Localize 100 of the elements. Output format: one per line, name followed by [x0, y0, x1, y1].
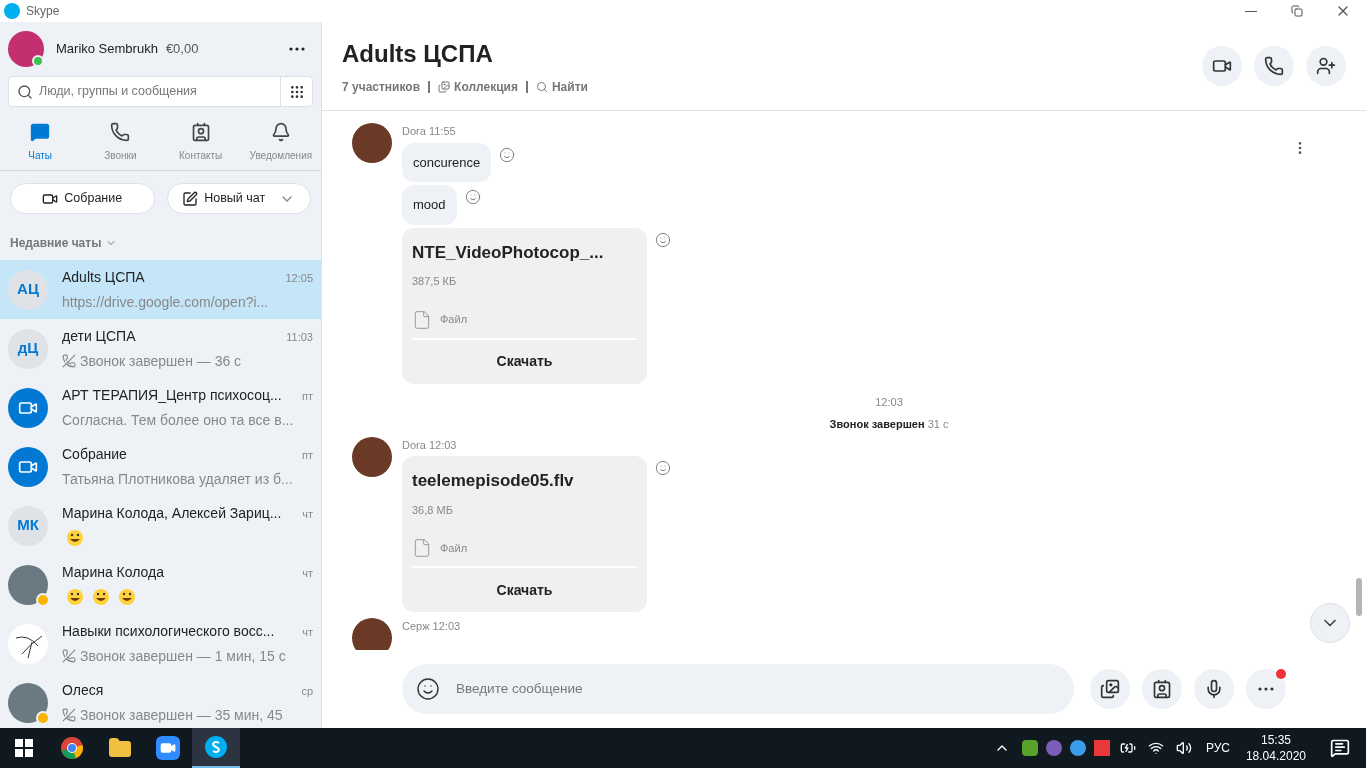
tray-app-icon[interactable]	[1069, 740, 1086, 756]
new-chat-button[interactable]: Новый чат	[166, 183, 311, 214]
wifi-icon[interactable]	[1147, 740, 1164, 756]
meeting-button[interactable]: Собрание	[10, 183, 155, 214]
avatar-initials: МК	[8, 505, 48, 546]
microphone-icon	[1204, 679, 1224, 699]
photo-placeholder	[8, 682, 48, 723]
avatar-initials: АЦ	[8, 269, 48, 310]
sender-time: Серж 12:03	[402, 619, 461, 634]
restore-icon	[1291, 5, 1303, 17]
tray-app-icon[interactable]	[1093, 740, 1110, 756]
call-button[interactable]	[1254, 46, 1294, 86]
chat-list-item[interactable]: АРТ ТЕРАПИЯ_Центр психосоц... пт Согласна. Тем более оно та все в...	[0, 378, 321, 437]
sender-time: Dora 12:03	[402, 437, 457, 453]
volume-icon[interactable]	[1175, 740, 1192, 756]
nav-tab[interactable]: Чаты	[0, 119, 81, 166]
emoji-icon[interactable]	[416, 677, 440, 701]
message-input-field[interactable]: Введите сообщение	[456, 678, 1060, 700]
chat-list-item[interactable]: Марина Колода чт	[0, 555, 321, 614]
chat-time: чт	[302, 566, 313, 581]
find-link[interactable]: Найти	[535, 78, 588, 96]
battery-icon[interactable]	[1119, 740, 1136, 756]
search-icon	[17, 83, 33, 100]
add-person-icon	[1316, 56, 1336, 76]
video-app-icon	[156, 736, 180, 760]
message-field[interactable]: Введите сообщение	[402, 664, 1074, 714]
chat-name: АРТ ТЕРАПИЯ_Центр психосоц...	[62, 386, 282, 405]
laughing-emoji-icon	[118, 588, 136, 606]
file-icon	[412, 309, 432, 330]
more-button[interactable]	[1246, 669, 1286, 709]
reaction-icon[interactable]	[655, 231, 671, 248]
call-ended-icon	[62, 354, 76, 368]
avatar-initials: дЦ	[8, 328, 48, 369]
add-people-button[interactable]	[1306, 46, 1346, 86]
chat-name: Навыки психологического восс...	[62, 622, 275, 641]
compose-icon	[182, 190, 199, 207]
chat-list-item[interactable]: дЦ дети ЦСПА 11:03 Звонок завершен — 36 с	[0, 319, 321, 378]
contact-card-button[interactable]	[1142, 669, 1182, 709]
call-ended-icon	[62, 708, 76, 722]
tray-app-icon[interactable]	[1045, 740, 1062, 756]
recent-chats-toggle[interactable]: Недавние чаты	[10, 234, 118, 252]
contact-card-icon	[1152, 679, 1172, 699]
contacts-icon	[190, 122, 211, 142]
chat-name: Марина Колода, Алексей Зариц...	[62, 504, 282, 523]
chat-preview: Звонок завершен — 35 мин, 45	[80, 705, 283, 725]
profile-name: Mariko Sembrukh	[56, 40, 158, 59]
chat-list-item[interactable]: Навыки психологического восс... чт Звонок завершен — 1 мин, 15 с	[0, 614, 321, 673]
more-icon	[1258, 687, 1274, 691]
event-time: 12:03	[875, 394, 903, 410]
tray-app-icon[interactable]	[1021, 740, 1038, 756]
file-name: NTE_VideoPhotocop_...	[412, 241, 605, 264]
chat-time: 11:03	[286, 330, 313, 345]
chat-name: Марина Колода	[62, 563, 164, 582]
chat-list-item[interactable]: МК Марина Колода, Алексей Зариц... чт	[0, 496, 321, 555]
video-call-button[interactable]	[1202, 46, 1242, 86]
chat-list-item[interactable]: Собрание пт Татьяна Плотникова удаляет из б...	[0, 437, 321, 496]
search-field[interactable]: Люди, группы и сообщения	[8, 76, 313, 107]
chat-time: ср	[301, 684, 313, 699]
file-type: Файл	[440, 312, 468, 328]
reaction-icon[interactable]	[464, 189, 481, 205]
keyboard-language[interactable]: РУС	[1205, 739, 1230, 757]
search-input[interactable]: Люди, группы и сообщения	[39, 82, 280, 101]
scrollbar[interactable]	[1356, 578, 1362, 616]
search-icon	[535, 81, 548, 93]
chat-name: дети ЦСПА	[62, 327, 136, 346]
chat-list-item[interactable]: АЦ Adults ЦСПА 12:05 https://drive.google.com/open?i...	[0, 260, 321, 319]
skype-logo-icon	[4, 3, 20, 19]
download-button[interactable]: Скачать	[412, 568, 637, 612]
laughing-emoji-icon	[66, 588, 84, 606]
photo-placeholder	[352, 618, 392, 650]
balance: €0,00	[165, 40, 199, 59]
message-bubble: mood	[402, 185, 457, 225]
chat-preview: Звонок завершен — 36 с	[80, 351, 242, 371]
members-link[interactable]: 7 участников	[342, 78, 421, 96]
skype-app-icon	[204, 735, 228, 759]
gallery-icon	[1100, 679, 1120, 699]
chat-time: 12:05	[285, 271, 313, 286]
photo-placeholder	[352, 123, 392, 163]
reaction-icon[interactable]	[655, 460, 671, 476]
windows-logo-icon	[15, 739, 33, 757]
chat-preview: Татьяна Плотникова удаляет из б...	[62, 469, 293, 489]
chat-name: Олеся	[62, 681, 104, 700]
microphone-button[interactable]	[1194, 669, 1234, 709]
media-button[interactable]	[1090, 669, 1130, 709]
dialpad-icon	[288, 83, 305, 100]
chat-preview: https://drive.google.com/open?i...	[62, 292, 269, 312]
chat-time: пт	[302, 448, 313, 463]
chat-preview: Звонок завершен — 1 мин, 15 с	[80, 646, 286, 666]
clock[interactable]: 15:35 18.04.2020	[1245, 732, 1306, 764]
chat-name: Adults ЦСПА	[62, 268, 145, 287]
taskbar-app[interactable]	[192, 728, 240, 768]
notifications-icon[interactable]	[1330, 738, 1350, 758]
gallery-link[interactable]: Коллекция	[438, 78, 518, 96]
chat-list-item[interactable]: Олеся ср Звонок завершен — 35 мин, 45	[0, 673, 321, 728]
download-button[interactable]: Скачать	[412, 339, 637, 384]
more-icon	[289, 47, 305, 51]
minimize-icon	[1245, 10, 1257, 12]
reaction-icon[interactable]	[499, 146, 516, 163]
file-size: 36,8 МБ	[412, 502, 454, 518]
call-ended-event: Звонок завершен 31 с	[829, 417, 949, 432]
